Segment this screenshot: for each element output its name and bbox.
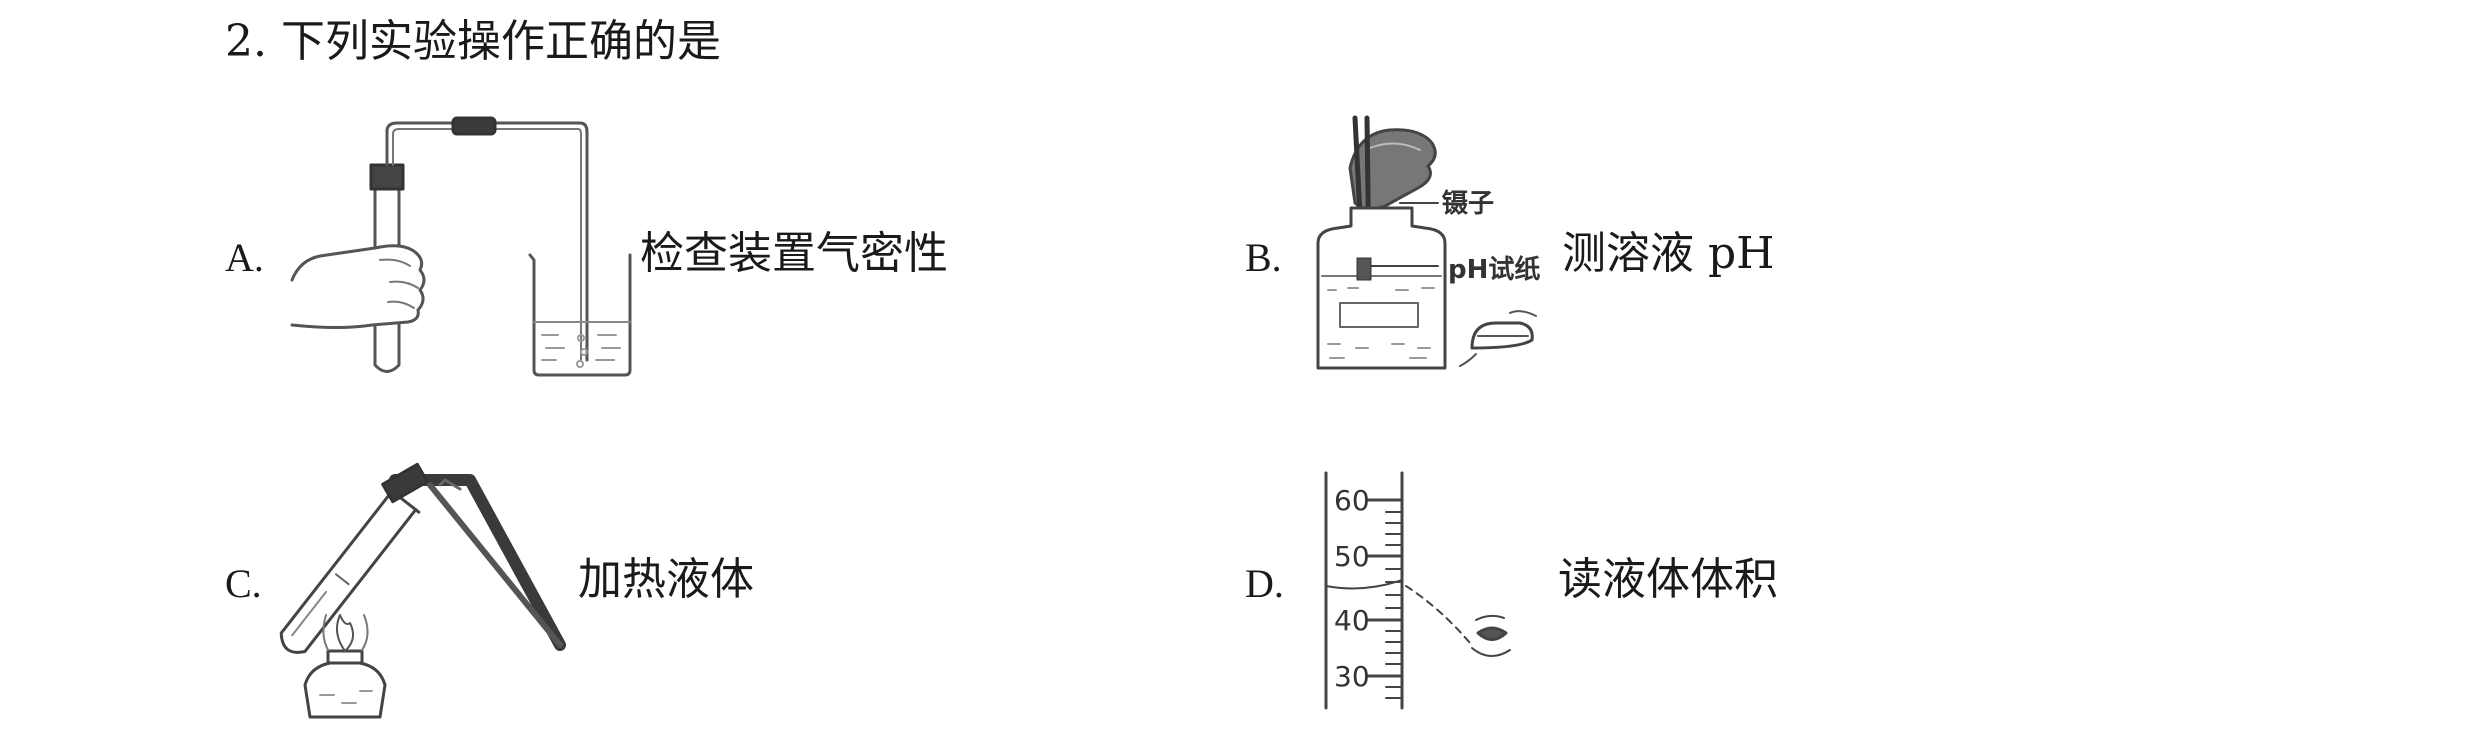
scale-label-60: 60 [1334, 484, 1370, 517]
test-tube-tilted [279, 489, 418, 654]
option-d-letter: D. [1245, 561, 1284, 606]
sight-line [1405, 585, 1471, 644]
option-b-figure: 镊子 pH试纸 [1316, 115, 1540, 370]
test-tube-holder [389, 474, 566, 651]
option-c-figure [279, 462, 566, 719]
tweezers-label: 镊子 [1441, 189, 1494, 219]
option-a-figure [290, 116, 632, 377]
eye-symbol [1476, 626, 1508, 641]
option-c-letter: C. [225, 561, 262, 606]
scale-label-50: 50 [1334, 540, 1370, 573]
ph-paper-label: pH试纸 [1448, 254, 1540, 285]
hand [290, 244, 426, 329]
rubber-connector [451, 116, 497, 136]
tweezer-hand [1348, 128, 1437, 211]
question-number: 2. [225, 16, 267, 67]
question-stem: 2. 下列实验操作正确的是 [225, 14, 721, 70]
option-a-letter: A. [225, 235, 264, 280]
option-b-text: 测溶液 pH [1562, 228, 1775, 279]
option-b-letter: B. [1245, 235, 1282, 280]
rubber-stopper [369, 163, 405, 191]
flame [335, 614, 355, 652]
scale-label-30: 30 [1334, 660, 1370, 693]
alcohol-lamp [303, 661, 387, 719]
option-a-text: 检查装置气密性 [640, 228, 948, 279]
option-c-text: 加热液体 [578, 554, 754, 605]
option-d-text: 读液体体积 [1558, 554, 1778, 605]
delivery-tube [385, 121, 589, 362]
scale-label-40: 40 [1334, 604, 1370, 637]
question-text: 下列实验操作正确的是 [280, 16, 721, 67]
